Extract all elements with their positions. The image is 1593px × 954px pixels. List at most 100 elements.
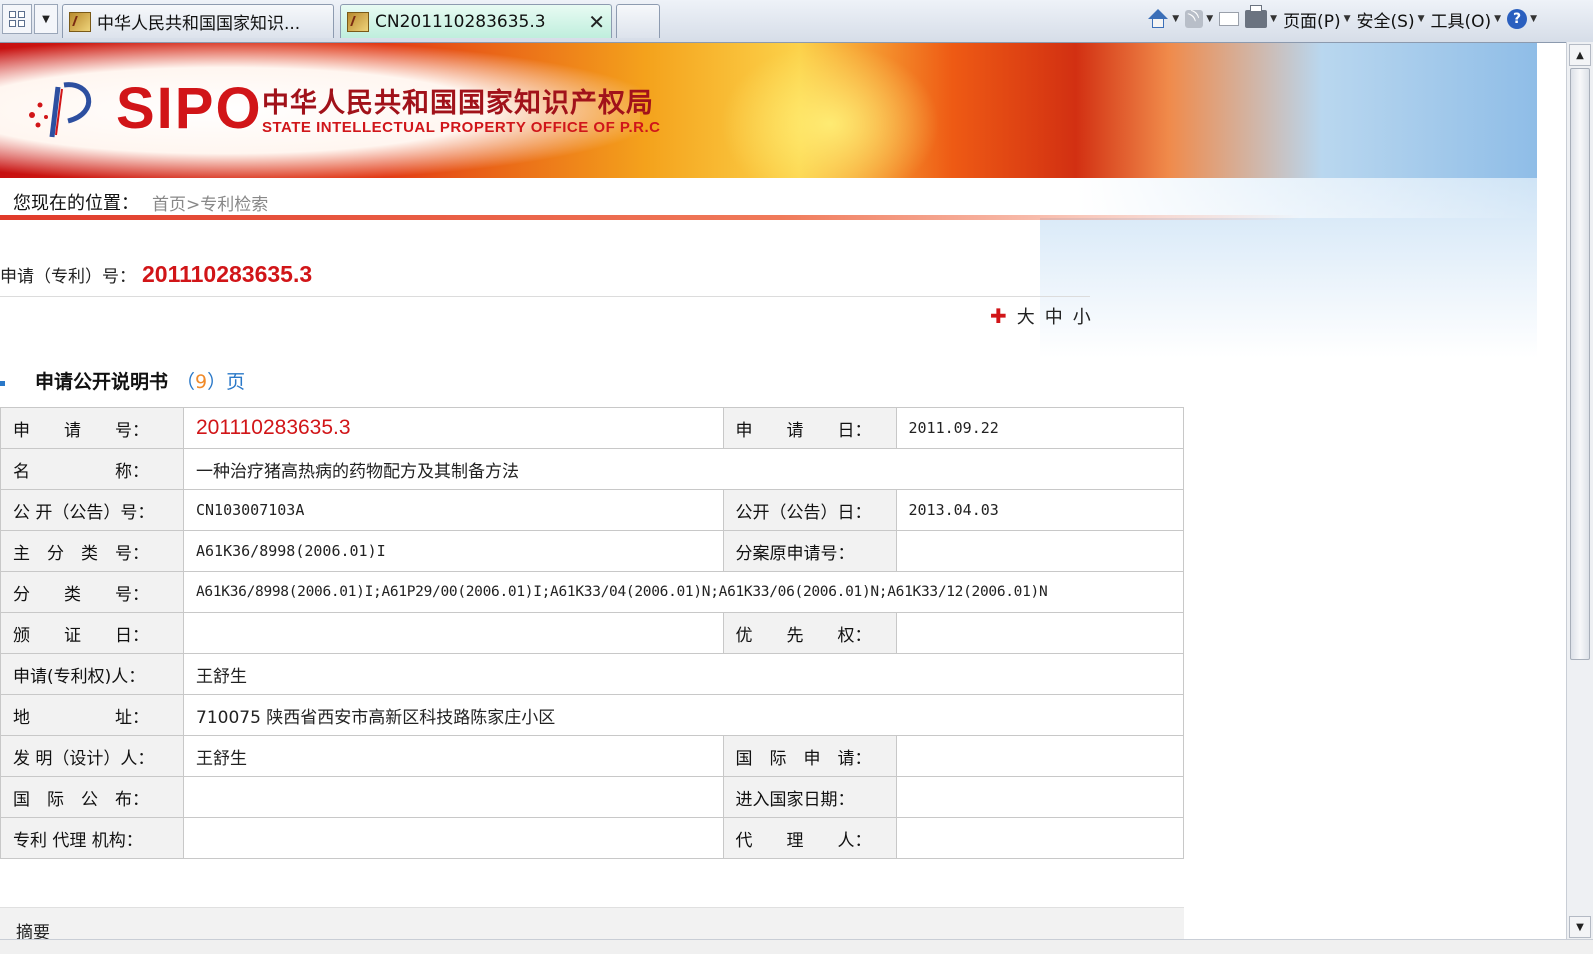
table-row: 国 际 公 布： 进入国家日期： (0, 776, 1184, 818)
address-cell: 710075 陕西省西安市高新区科技路陈家庄小区 (183, 694, 1184, 736)
command-bar: ▼ ▼ ▼ 页面(P)▼ 安全(S)▼ 工具(O)▼ ?▼ (1147, 4, 1537, 34)
page-menu-label: 页面(P) (1283, 11, 1341, 32)
field-label: 国 际 公 布： (0, 776, 184, 818)
title-cell: 一种治疗猪高热病的药物配方及其制备方法 (183, 448, 1184, 490)
tab-label: 中华人民共和国国家知识... (97, 14, 301, 34)
publication-date-cell: 2013.04.03 (895, 489, 1184, 531)
divisional-application-cell (895, 530, 1184, 572)
application-number-label: 申请（专利）号： (0, 267, 136, 287)
table-row: 名 称： 一种治疗猪高热病的药物配方及其制备方法 (0, 448, 1184, 490)
page-count-link[interactable]: （9）页 (176, 367, 245, 394)
field-label: 地 址： (0, 694, 184, 736)
table-row: 主 分 类 号： A61K36/8998(2006.01)I 分案原申请号： (0, 530, 1184, 572)
field-label: 颁 证 日： (0, 612, 184, 654)
feed-icon (1185, 10, 1204, 28)
close-tab-icon[interactable]: ✕ (588, 10, 605, 34)
page-menu[interactable]: 页面(P) ▼ (1283, 7, 1350, 32)
main-classification-cell: A61K36/8998(2006.01)I (183, 530, 724, 572)
favicon-icon (69, 11, 91, 32)
print-button[interactable]: ▼ (1245, 5, 1277, 28)
chevron-down-icon[interactable]: ▼ (1206, 14, 1213, 24)
table-row: 分 类 号： A61K36/8998(2006.01)I;A61P29/00(2… (0, 571, 1184, 613)
safety-menu[interactable]: 安全(S) ▼ (1357, 7, 1425, 32)
field-label: 专利 代理 机构： (0, 817, 184, 859)
inventor-cell: 王舒生 (183, 735, 724, 777)
site-banner: SIPO 中华人民共和国国家知识产权局 STATE INTELLECTUAL P… (0, 43, 1537, 178)
table-row: 专利 代理 机构： 代 理 人： (0, 817, 1184, 859)
agency-cell (183, 817, 724, 859)
plus-icon: ✚ (990, 304, 1007, 328)
page-count-open: （ (176, 371, 196, 393)
scroll-down-button[interactable]: ▼ (1569, 916, 1591, 938)
font-small-button[interactable]: 小 (1073, 303, 1091, 329)
font-medium-button[interactable]: 中 (1045, 303, 1063, 329)
page-content: SIPO 中华人民共和国国家知识产权局 STATE INTELLECTUAL P… (0, 43, 1566, 940)
international-application-cell (895, 735, 1184, 777)
chevron-down-icon[interactable]: ▼ (1172, 14, 1179, 24)
applicant-cell: 王舒生 (183, 653, 1184, 695)
table-row: 地 址： 710075 陕西省西安市高新区科技路陈家庄小区 (0, 694, 1184, 736)
application-number-heading: 申请（专利）号： 201110283635.3 (0, 261, 312, 288)
table-row: 申请(专利权)人： 王舒生 (0, 653, 1184, 695)
page-count-close: ）页 (207, 371, 246, 393)
agent-cell (895, 817, 1184, 859)
tab-list-dropdown[interactable]: ▼ (34, 4, 58, 34)
browser-tab-patent[interactable]: CN201110283635.3 ✕ (340, 4, 612, 38)
tools-menu-label: 工具(O) (1430, 11, 1492, 32)
chevron-down-icon: ▼ (1343, 14, 1351, 24)
quick-tabs-button[interactable] (2, 4, 32, 34)
chevron-down-icon[interactable]: ▼ (1270, 14, 1277, 24)
font-large-button[interactable]: 大 (1017, 303, 1035, 329)
feeds-button[interactable]: ▼ (1185, 10, 1213, 28)
field-label: 申 请 号： (0, 407, 184, 449)
browser-toolbar: ▼ 中华人民共和国国家知识... CN201110283635.3 ✕ ▼ ▼ … (0, 0, 1593, 43)
tab-label: CN201110283635.3 (375, 11, 546, 32)
read-mail-icon (1219, 12, 1240, 26)
field-label: 公 开（公告）号： (0, 489, 184, 531)
grant-date-cell (183, 612, 724, 654)
field-label: 代 理 人： (722, 817, 897, 859)
vertical-scrollbar[interactable]: ▲ ▼ (1566, 42, 1593, 940)
print-icon (1245, 5, 1268, 28)
priority-cell (895, 612, 1184, 654)
field-label: 国 际 申 请： (722, 735, 897, 777)
application-date-cell: 2011.09.22 (895, 407, 1184, 449)
breadcrumb: 您现在的位置： 首页>专利检索 (0, 178, 1537, 220)
help-button[interactable]: ? ▼ (1507, 9, 1537, 29)
page-count-number: 9 (195, 371, 208, 393)
favicon-icon (347, 11, 369, 32)
application-number-value: 201110283635.3 (142, 261, 313, 287)
font-size-controls: ✚ 大 中 小 (990, 303, 1091, 329)
publication-number-cell: CN103007103A (183, 489, 724, 531)
quick-tabs-icon (9, 11, 25, 27)
bullet-icon (0, 381, 5, 386)
safety-menu-label: 安全(S) (1356, 11, 1415, 32)
office-name-en: STATE INTELLECTUAL PROPERTY OFFICE OF P.… (262, 119, 661, 136)
scroll-thumb[interactable] (1570, 68, 1590, 660)
help-icon: ? (1507, 9, 1528, 29)
abstract-label: 摘要 (16, 923, 50, 940)
table-row: 申 请 号： 201110283635.3 申 请 日： 2011.09.22 (0, 407, 1184, 449)
tools-menu[interactable]: 工具(O) ▼ (1431, 7, 1502, 32)
chevron-down-icon: ▼ (1494, 14, 1502, 24)
classification-cell: A61K36/8998(2006.01)I;A61P29/00(2006.01)… (183, 571, 1184, 613)
status-strip (0, 939, 1593, 954)
sipo-logo-text: SIPO (116, 76, 263, 141)
scroll-up-button[interactable]: ▲ (1569, 44, 1591, 66)
divider (0, 296, 1090, 297)
read-mail-button[interactable] (1219, 12, 1240, 26)
national-entry-date-cell (895, 776, 1184, 818)
field-label: 申请(专利权)人： (0, 653, 184, 695)
field-label: 公开（公告）日： (722, 489, 897, 531)
international-publication-cell (183, 776, 724, 818)
home-icon (1147, 9, 1169, 29)
breadcrumb-path[interactable]: 首页>专利检索 (152, 190, 268, 215)
section-heading: 申请公开说明书 （9）页 (0, 367, 245, 394)
field-label: 发 明（设计）人： (0, 735, 184, 777)
section-title: 申请公开说明书 (35, 371, 169, 393)
field-label: 进入国家日期： (722, 776, 897, 818)
new-tab-button[interactable] (616, 4, 660, 38)
browser-tab-sipo[interactable]: 中华人民共和国国家知识... (62, 4, 334, 38)
home-button[interactable]: ▼ (1147, 9, 1179, 29)
patent-info-table: 申 请 号： 201110283635.3 申 请 日： 2011.09.22 … (0, 407, 1184, 859)
